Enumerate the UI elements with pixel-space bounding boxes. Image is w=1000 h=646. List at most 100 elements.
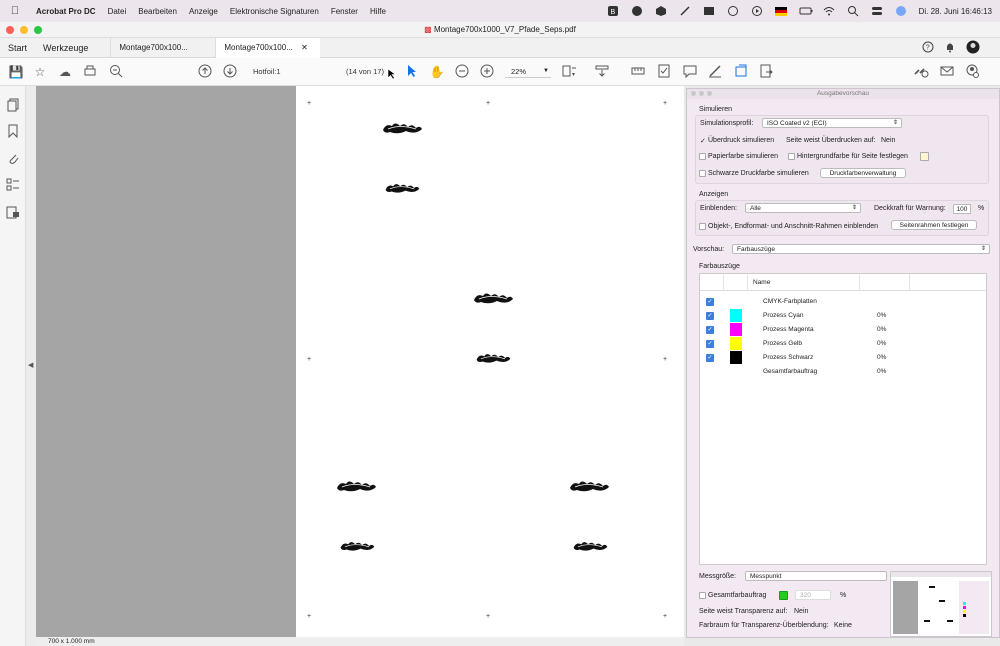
menu-fenster[interactable]: Fenster: [325, 7, 364, 16]
control-center-icon[interactable]: [871, 5, 883, 17]
comment-icon[interactable]: [682, 64, 698, 80]
einblenden-select[interactable]: Alle ⇕: [745, 203, 861, 213]
vorschau-select[interactable]: Farbauszüge ⇕: [732, 244, 990, 254]
tab-document-1[interactable]: Montage700x100...: [110, 37, 215, 58]
bell-icon[interactable]: [944, 40, 956, 54]
german-flag-icon[interactable]: [774, 5, 787, 17]
apple-icon[interactable]: : [0, 5, 30, 17]
menu-app-name[interactable]: Acrobat Pro DC: [30, 7, 102, 16]
gesamt-checkbox[interactable]: [699, 592, 706, 599]
next-page-icon[interactable]: [222, 64, 238, 80]
panel-titlebar[interactable]: Ausgabevorschau: [687, 89, 999, 99]
wifi-icon[interactable]: [823, 5, 835, 17]
layers-icon[interactable]: [5, 178, 21, 194]
zoom-window-button[interactable]: [34, 26, 42, 34]
seitenrahmen-button[interactable]: Seitenrahmen festlegen: [891, 220, 977, 230]
tab-werkzeuge[interactable]: Werkzeuge: [35, 38, 96, 58]
tab-start[interactable]: Start: [0, 38, 35, 58]
help-icon[interactable]: ?: [922, 40, 934, 54]
messgroesse-select[interactable]: Messpunkt: [745, 571, 887, 581]
separation-row[interactable]: ✓ Prozess Gelb 0%: [700, 337, 986, 351]
separation-row[interactable]: ✓ Prozess Schwarz 0%: [700, 351, 986, 365]
gesamt-color-swatch[interactable]: [779, 591, 788, 600]
avatar[interactable]: [966, 40, 980, 54]
separation-checkbox[interactable]: ✓: [706, 298, 714, 306]
menu-hilfe[interactable]: Hilfe: [364, 7, 392, 16]
background-color-swatch[interactable]: [920, 152, 929, 161]
magic-icon[interactable]: [679, 5, 691, 17]
collapse-arrow-icon[interactable]: ◀: [28, 361, 33, 369]
separation-row[interactable]: ✓ Prozess Cyan 0%: [700, 309, 986, 323]
separation-row[interactable]: ✓ CMYK-Farbplatten: [700, 295, 986, 309]
tab-document-2[interactable]: Montage700x100... ✕: [215, 37, 321, 58]
vpn-icon[interactable]: [655, 5, 667, 17]
gesamt-value-select[interactable]: 320: [795, 590, 831, 600]
security-icon[interactable]: [5, 205, 21, 221]
separation-checkbox[interactable]: ✓: [706, 326, 714, 334]
minimize-window-button[interactable]: [20, 26, 28, 34]
sidebar-collapse-gutter[interactable]: ◀: [26, 86, 36, 646]
separation-row[interactable]: Gesamtfarbauftrag 0%: [700, 365, 986, 379]
papierfarbe-checkbox[interactable]: [699, 153, 706, 160]
pdf-page[interactable]: + + + + + + + +: [296, 86, 684, 637]
bookmark-icon[interactable]: [5, 124, 21, 140]
ueberdruck-checkbox[interactable]: ✓: [700, 137, 706, 145]
hand-tool-icon[interactable]: ✋: [429, 64, 445, 80]
export-pdf-icon[interactable]: [758, 64, 774, 80]
share-link-icon[interactable]: [913, 64, 929, 80]
battery-icon[interactable]: [799, 5, 813, 17]
separation-checkbox[interactable]: ✓: [706, 340, 714, 348]
crop-mark: +: [663, 613, 668, 620]
email-icon[interactable]: [939, 64, 955, 80]
pen-icon[interactable]: [707, 64, 723, 80]
menubar-clock[interactable]: Di. 28. Juni 16:46:13: [919, 7, 992, 16]
separation-row[interactable]: ✓ Prozess Magenta 0%: [700, 323, 986, 337]
zoom-out-search-icon[interactable]: [108, 64, 124, 80]
menu-anzeige[interactable]: Anzeige: [183, 7, 224, 16]
window-thumbnail-preview[interactable]: [890, 571, 992, 637]
select-tool-icon[interactable]: [404, 64, 420, 80]
save-icon[interactable]: 💾: [8, 64, 24, 80]
previous-page-icon[interactable]: [197, 64, 213, 80]
screen-share-icon[interactable]: [703, 5, 715, 17]
edit-pdf-icon[interactable]: [733, 64, 749, 80]
ruler-icon[interactable]: [630, 64, 646, 80]
menu-elektronische-signaturen[interactable]: Elektronische Signaturen: [224, 7, 325, 16]
print-icon[interactable]: [82, 64, 98, 80]
menu-bearbeiten[interactable]: Bearbeiten: [132, 7, 183, 16]
close-window-button[interactable]: [6, 26, 14, 34]
attachment-icon[interactable]: [5, 151, 21, 167]
star-icon[interactable]: ☆: [32, 64, 48, 80]
window-titlebar: ▩ Montage700x1000_V7_Pfade_Seps.pdf: [0, 22, 1000, 38]
separation-checkbox[interactable]: ✓: [706, 312, 714, 320]
schwarze-checkbox[interactable]: [699, 170, 706, 177]
panel-zoom-button[interactable]: [707, 91, 712, 96]
panel-close-button[interactable]: [691, 91, 696, 96]
zoom-select[interactable]: 22% ▼: [505, 65, 551, 78]
siri-icon[interactable]: [895, 5, 907, 17]
menu-datei[interactable]: Datei: [102, 7, 133, 16]
page-display-icon[interactable]: ▾: [562, 64, 578, 80]
hintergrund-checkbox[interactable]: [788, 153, 795, 160]
deckkraft-input[interactable]: 100: [953, 204, 971, 214]
play-icon[interactable]: [751, 5, 763, 17]
rahmen-checkbox[interactable]: [699, 223, 706, 230]
scroll-mode-icon[interactable]: [594, 64, 610, 80]
search-icon[interactable]: [847, 5, 859, 17]
fill-sign-icon[interactable]: [656, 64, 672, 80]
page-label-field[interactable]: Hotfoil:1: [253, 67, 281, 76]
separation-checkbox[interactable]: ✓: [706, 354, 714, 362]
user-search-icon[interactable]: [964, 64, 980, 80]
acrobat-tray-icon[interactable]: B: [607, 5, 619, 17]
page-thumbnails-icon[interactable]: [5, 98, 21, 114]
creative-cloud-icon[interactable]: [631, 5, 643, 17]
simulationsprofil-select[interactable]: ISO Coated v2 (ECI) ⇕: [762, 118, 902, 128]
close-tab-icon[interactable]: ✕: [301, 43, 308, 52]
time-machine-icon[interactable]: [727, 5, 739, 17]
header-name-column[interactable]: Name: [748, 274, 860, 291]
zoom-out-icon[interactable]: [454, 64, 470, 80]
panel-minimize-button[interactable]: [699, 91, 704, 96]
upload-cloud-icon[interactable]: ☁: [57, 64, 73, 80]
zoom-in-icon[interactable]: [479, 64, 495, 80]
druckfarbenverwaltung-button[interactable]: Druckfarbenverwaltung: [820, 168, 906, 178]
